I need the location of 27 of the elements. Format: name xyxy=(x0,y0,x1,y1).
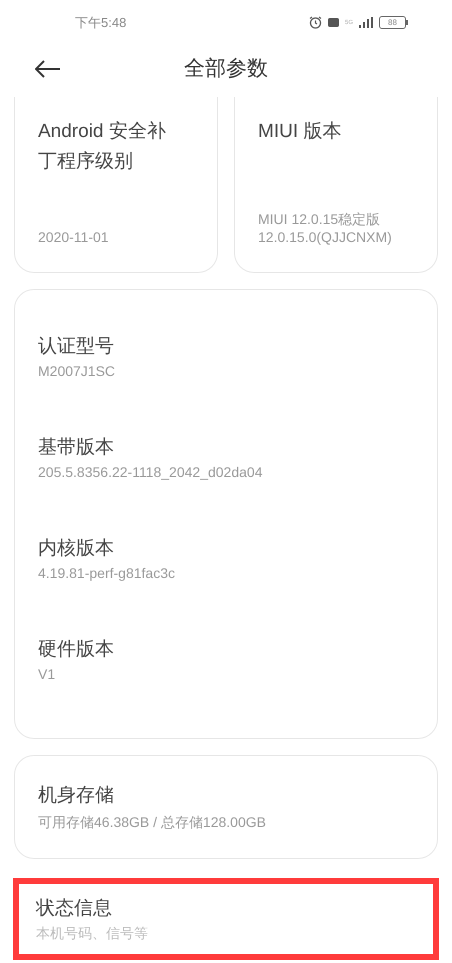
detail-label: 硬件版本 xyxy=(38,638,115,662)
back-icon[interactable] xyxy=(35,60,61,78)
info-card[interactable]: MIUI 版本 MIUI 12.0.15稳定版 12.0.15.0(QJJCNXM) xyxy=(234,97,438,273)
card-title: Android 安全补丁程序级别 xyxy=(38,120,167,174)
page-title: 全部参数 xyxy=(184,56,268,82)
detail-value: V1 xyxy=(38,665,56,683)
detail-value: 205.5.8356.22-1118_2042_d02da04 xyxy=(38,463,264,481)
detail-label: 认证型号 xyxy=(38,335,115,359)
info-card[interactable]: Android 安全补丁程序级别 2020-11-01 xyxy=(14,97,218,273)
alarm-icon xyxy=(308,16,322,29)
card-value: 2020-11-01 xyxy=(38,228,110,246)
status-label: 状态信息 xyxy=(36,897,113,921)
battery-icon: 88 xyxy=(379,16,408,29)
storage-label: 机身存储 xyxy=(38,784,115,808)
status-info-card[interactable]: 状态信息 本机号码、信号等 xyxy=(13,878,439,960)
status-value: 本机号码、信号等 xyxy=(36,924,149,942)
status-time: 下午5:48 xyxy=(75,14,126,32)
storage-card[interactable]: 机身存储 可用存储46.38GB / 总存储128.00GB xyxy=(14,755,438,859)
storage-value: 可用存储46.38GB / 总存储128.00GB xyxy=(38,813,267,831)
detail-value: M2007J1SC xyxy=(38,362,116,380)
card-value: MIUI 12.0.15稳定版 xyxy=(258,210,382,228)
card-value: 12.0.15.0(QJJCNXM) xyxy=(258,228,393,246)
detail-label: 内核版本 xyxy=(38,537,115,561)
signal-icon xyxy=(359,17,373,28)
detail-label: 基带版本 xyxy=(38,436,115,460)
card-title: MIUI 版本 xyxy=(258,120,342,144)
detail-value: 4.19.81-perf-g81fac3c xyxy=(38,564,176,582)
